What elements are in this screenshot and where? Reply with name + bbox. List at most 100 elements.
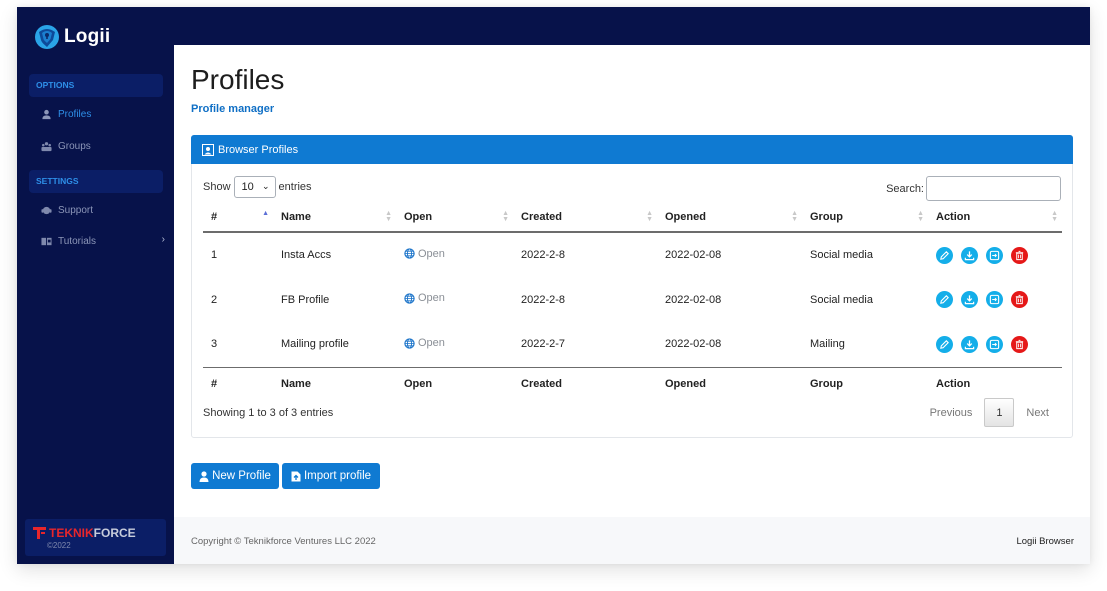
footer-col-num: # <box>203 366 273 400</box>
globe-icon <box>404 337 415 349</box>
open-profile-link[interactable]: Open <box>404 248 445 260</box>
edit-icon <box>940 339 949 349</box>
cell-actions <box>928 277 1062 322</box>
section-options: OPTIONS <box>29 74 163 97</box>
main-content: Profiles Profile manager Browser Profile… <box>174 45 1090 564</box>
sort-icon: ▲ ▼ <box>385 210 392 223</box>
edit-icon <box>940 295 949 304</box>
cell-name: Insta Accs <box>281 249 332 261</box>
download-icon <box>964 295 975 305</box>
table-info: Showing 1 to 3 of 3 entries <box>203 407 334 419</box>
cell-open: Open <box>396 277 513 322</box>
profiles-table: # ▲ Name ▲ ▼ Open ▲ ▼ Created ▲ ▼ Opened ▲ ▼ Grou… <box>203 202 1062 400</box>
user-icon <box>199 470 209 482</box>
import-profile-button[interactable]: Import profile <box>282 463 380 489</box>
logo[interactable]: Logii <box>33 23 110 51</box>
edit-button[interactable] <box>936 335 953 353</box>
footer-app-name: Logii Browser <box>1016 536 1074 547</box>
sidebar-item-label: Profiles <box>58 108 92 120</box>
cell-open: Open <box>396 322 513 367</box>
download-button[interactable] <box>961 335 978 353</box>
import-profile-label: Import profile <box>303 470 372 482</box>
column-header-created[interactable]: Created ▲ ▼ <box>513 202 657 233</box>
entries-label: entries <box>278 181 312 193</box>
export-icon <box>989 339 1000 349</box>
column-header-open[interactable]: Open ▲ ▼ <box>396 202 513 233</box>
column-header-name[interactable]: Name ▲ ▼ <box>273 202 396 233</box>
previous-button[interactable]: Previous <box>918 407 985 419</box>
page-subtitle: Profile manager <box>191 103 275 115</box>
sidebar-item-profiles[interactable]: Profiles <box>41 106 165 122</box>
top-bar <box>17 7 1090 45</box>
download-button[interactable] <box>961 246 978 264</box>
trash-button[interactable] <box>1011 335 1028 353</box>
export-button[interactable] <box>986 335 1003 353</box>
sort-icon: ▲ ▼ <box>502 210 509 223</box>
chevron-right-icon: › <box>161 234 165 245</box>
cell-num: 3 <box>211 338 218 351</box>
column-header-opened[interactable]: Opened ▲ ▼ <box>657 202 802 233</box>
trash-button[interactable] <box>1011 291 1028 308</box>
export-button[interactable] <box>986 246 1003 264</box>
browser-profiles-card: Browser Profiles Show 10 ⌄ entries Searc… <box>191 135 1073 438</box>
cell-opened: 2022-02-08 <box>665 338 722 351</box>
brand-year: ©2022 <box>47 541 71 550</box>
book-icon <box>41 237 52 245</box>
cell-num: 1 <box>211 249 218 261</box>
open-link-label: Open <box>418 337 445 349</box>
sidebar-item-groups[interactable]: Groups <box>41 138 165 154</box>
page-1-button[interactable]: 1 <box>984 398 1015 427</box>
users-icon <box>41 141 52 151</box>
footer-col-action: Action <box>928 366 1062 400</box>
chevron-down-icon: ⌄ <box>261 181 270 191</box>
footer-col-group: Group <box>802 366 928 400</box>
brand-footer: TEKNIK FORCE ©2022 <box>25 519 166 556</box>
sort-asc-icon: ▲ <box>262 210 269 217</box>
new-profile-label: New Profile <box>212 470 271 482</box>
column-header-group[interactable]: Group ▲ ▼ <box>802 202 928 233</box>
entries-select[interactable]: 10 ⌄ <box>233 176 276 198</box>
cell-group: Social media <box>810 293 873 306</box>
cell-actions <box>928 322 1062 367</box>
trash-button[interactable] <box>1011 246 1028 264</box>
export-icon <box>989 250 1000 260</box>
sidebar-item-support[interactable]: Support <box>41 202 165 218</box>
card-header: Browser Profiles <box>191 135 1073 164</box>
sort-icon: ▲ ▼ <box>1051 210 1058 223</box>
trash-icon <box>1015 339 1024 349</box>
app-window: Logii OPTIONS Profiles Groups SETTINGS S… <box>17 7 1090 564</box>
show-label: Show <box>203 181 231 193</box>
column-header-num[interactable]: # ▲ <box>203 202 273 233</box>
open-profile-link[interactable]: Open <box>404 292 445 304</box>
cell-opened: 2022-02-08 <box>665 293 722 306</box>
edit-icon <box>940 250 949 260</box>
card-title: Browser Profiles <box>218 143 299 156</box>
open-link-label: Open <box>418 292 445 305</box>
edit-button[interactable] <box>936 291 953 308</box>
trash-icon <box>1015 250 1024 260</box>
search-input[interactable] <box>926 176 1061 201</box>
export-button[interactable] <box>986 291 1003 308</box>
trash-icon <box>1015 294 1024 305</box>
sort-icon: ▲ ▼ <box>917 210 924 223</box>
sidebar-item-tutorials[interactable]: Tutorials › <box>41 233 165 249</box>
download-button[interactable] <box>961 291 978 308</box>
sidebar: Logii OPTIONS Profiles Groups SETTINGS S… <box>17 7 174 564</box>
open-link-label: Open <box>418 247 445 260</box>
page-title: Profiles <box>191 64 285 95</box>
logo-shield-icon <box>35 25 59 49</box>
table-row: 2 FB Profile Open 2022-2-8 2022-02-08 So… <box>203 277 1062 322</box>
cell-actions <box>928 232 1062 277</box>
next-button[interactable]: Next <box>1014 407 1061 419</box>
cell-created: 2022-2-8 <box>521 249 566 261</box>
sidebar-item-label: Support <box>58 204 94 216</box>
download-icon <box>964 340 975 349</box>
sort-icon: ▲ ▼ <box>791 210 798 223</box>
footer-col-created: Created <box>513 366 657 400</box>
column-header-action[interactable]: Action ▲ ▼ <box>928 202 1062 233</box>
copyright-text: Copyright © Teknikforce Ventures LLC 202… <box>191 536 376 547</box>
table-row: 1 Insta Accs Open 2022-2-8 2022-02-08 So… <box>203 232 1062 277</box>
new-profile-button[interactable]: New Profile <box>191 463 279 489</box>
open-profile-link[interactable]: Open <box>404 337 445 349</box>
edit-button[interactable] <box>936 246 953 264</box>
